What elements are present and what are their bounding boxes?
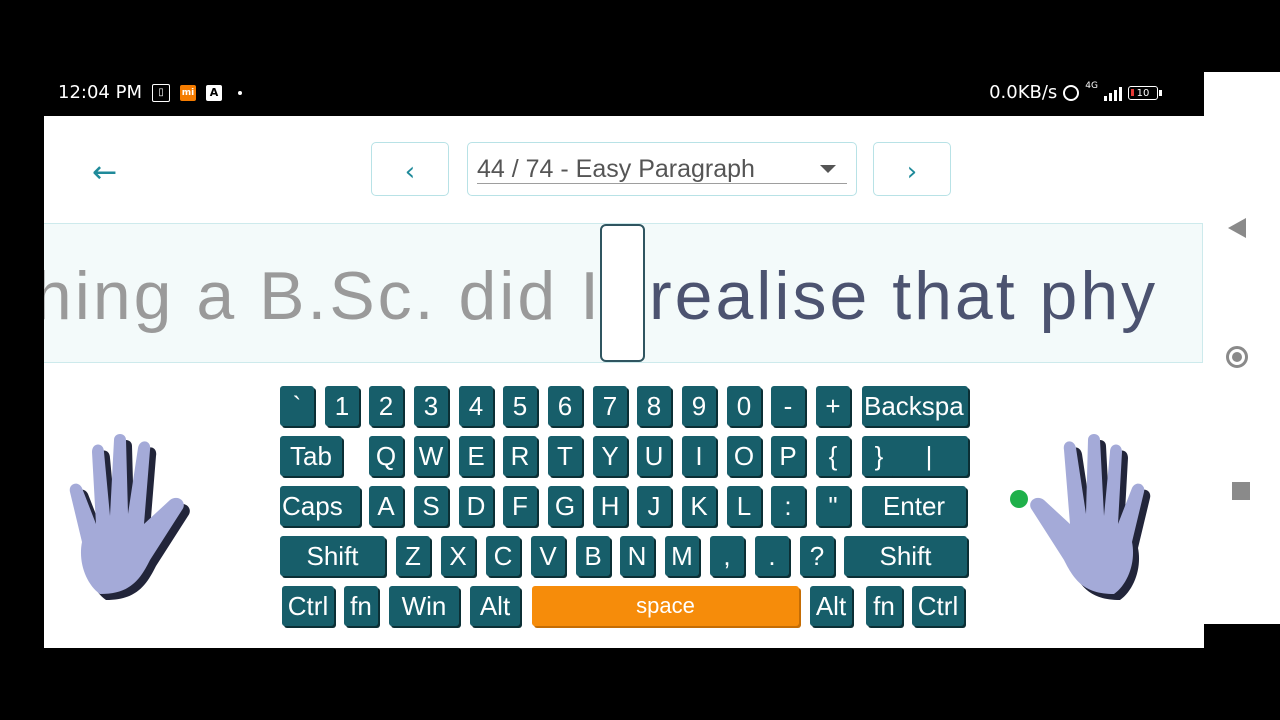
key-h[interactable]: H bbox=[593, 486, 627, 526]
key-question[interactable]: ? bbox=[800, 536, 834, 576]
key-backtick[interactable]: ` bbox=[280, 386, 314, 426]
key-colon[interactable]: : bbox=[771, 486, 805, 526]
key-fn[interactable]: fn bbox=[866, 586, 902, 626]
key-l[interactable]: L bbox=[727, 486, 761, 526]
upcoming-text: realise that phy bbox=[649, 258, 1159, 334]
key-t[interactable]: T bbox=[548, 436, 582, 476]
left-hand-icon bbox=[69, 434, 190, 600]
key-7[interactable]: 7 bbox=[593, 386, 627, 426]
key-4[interactable]: 4 bbox=[459, 386, 493, 426]
finger-indicator-dot bbox=[1010, 490, 1028, 508]
key-alt[interactable]: Alt bbox=[810, 586, 852, 626]
sim-notification-icon: ▯ bbox=[151, 83, 170, 102]
key-shift[interactable]: Shift bbox=[280, 536, 385, 576]
key-c[interactable]: C bbox=[486, 536, 520, 576]
signal-icon bbox=[1104, 85, 1122, 101]
key-shift[interactable]: Shift bbox=[844, 536, 967, 576]
lesson-select-underline bbox=[477, 183, 847, 184]
system-recents-icon[interactable] bbox=[1232, 482, 1250, 500]
battery-icon: 10 bbox=[1128, 85, 1162, 100]
key-b[interactable]: B bbox=[576, 536, 610, 576]
key-k[interactable]: K bbox=[682, 486, 716, 526]
key-ctrl[interactable]: Ctrl bbox=[912, 586, 964, 626]
system-back-icon[interactable] bbox=[1228, 218, 1246, 238]
mi-notification-icon: mi bbox=[179, 84, 196, 101]
key-v[interactable]: V bbox=[531, 536, 565, 576]
app-notification-icon: A bbox=[205, 84, 222, 101]
key-pipe[interactable]: | bbox=[890, 436, 968, 476]
key-m[interactable]: M bbox=[665, 536, 699, 576]
key-6[interactable]: 6 bbox=[548, 386, 582, 426]
net-speed: 0.0KB/s bbox=[989, 82, 1058, 103]
key-left-brace[interactable]: { bbox=[816, 436, 850, 476]
key-u[interactable]: U bbox=[637, 436, 671, 476]
key-9[interactable]: 9 bbox=[682, 386, 716, 426]
key-fn[interactable]: fn bbox=[344, 586, 378, 626]
key-d[interactable]: D bbox=[459, 486, 493, 526]
key-alt[interactable]: Alt bbox=[470, 586, 520, 626]
key-plus[interactable]: + bbox=[816, 386, 850, 426]
key-n[interactable]: N bbox=[620, 536, 654, 576]
key-a[interactable]: A bbox=[369, 486, 403, 526]
right-hand-icon bbox=[1030, 434, 1151, 600]
key-r[interactable]: R bbox=[503, 436, 537, 476]
key-comma[interactable]: , bbox=[710, 536, 744, 576]
key-y[interactable]: Y bbox=[593, 436, 627, 476]
key-p[interactable]: P bbox=[771, 436, 805, 476]
key-w[interactable]: W bbox=[414, 436, 448, 476]
current-char-cursor bbox=[600, 224, 645, 362]
status-right: 0.0KB/s 4G 10 bbox=[989, 82, 1162, 103]
previous-lesson-button[interactable]: ‹ bbox=[371, 142, 449, 196]
typing-tutor-app: ← ‹ 44 / 74 - Easy Paragraph › hing a B.… bbox=[44, 116, 1204, 648]
key-tab[interactable]: Tab bbox=[280, 436, 342, 476]
key-5[interactable]: 5 bbox=[503, 386, 537, 426]
practice-text-panel: hing a B.Sc. did I realise that phy bbox=[44, 223, 1203, 363]
typed-text: hing a B.Sc. did I bbox=[44, 258, 602, 334]
system-nav-bar bbox=[1204, 72, 1280, 624]
key-quote[interactable]: " bbox=[816, 486, 850, 526]
dropdown-caret-icon bbox=[820, 165, 836, 173]
key-ctrl[interactable]: Ctrl bbox=[282, 586, 334, 626]
status-left: 12:04 PM ▯ mi A bbox=[58, 82, 242, 103]
key-space[interactable]: space bbox=[532, 586, 799, 626]
key-f[interactable]: F bbox=[503, 486, 537, 526]
status-time: 12:04 PM bbox=[58, 82, 142, 103]
key-i[interactable]: I bbox=[682, 436, 716, 476]
key-2[interactable]: 2 bbox=[369, 386, 403, 426]
key-period[interactable]: . bbox=[755, 536, 789, 576]
key-x[interactable]: X bbox=[441, 536, 475, 576]
key-g[interactable]: G bbox=[548, 486, 582, 526]
key-1[interactable]: 1 bbox=[325, 386, 359, 426]
key-q[interactable]: Q bbox=[369, 436, 403, 476]
status-bar: 12:04 PM ▯ mi A 0.0KB/s 4G 10 bbox=[44, 72, 1204, 116]
battery-level: 10 bbox=[1128, 85, 1158, 100]
key-8[interactable]: 8 bbox=[637, 386, 671, 426]
key-0[interactable]: 0 bbox=[727, 386, 761, 426]
network-type: 4G bbox=[1085, 81, 1098, 91]
key-o[interactable]: O bbox=[727, 436, 761, 476]
key-e[interactable]: E bbox=[459, 436, 493, 476]
key-z[interactable]: Z bbox=[396, 536, 430, 576]
more-notifications-dot-icon bbox=[237, 90, 242, 95]
key-3[interactable]: 3 bbox=[414, 386, 448, 426]
alarm-icon bbox=[1063, 84, 1080, 101]
lesson-select-value: 44 / 74 - Easy Paragraph bbox=[477, 155, 755, 183]
lesson-select[interactable]: 44 / 74 - Easy Paragraph bbox=[467, 142, 857, 196]
key-j[interactable]: J bbox=[637, 486, 671, 526]
key-enter[interactable]: Enter bbox=[862, 486, 966, 526]
back-arrow-icon[interactable]: ← bbox=[92, 158, 117, 188]
next-lesson-button[interactable]: › bbox=[873, 142, 951, 196]
key-win[interactable]: Win bbox=[389, 586, 459, 626]
key-backspa[interactable]: Backspa bbox=[862, 386, 968, 426]
key-minus[interactable]: - bbox=[771, 386, 805, 426]
system-home-icon[interactable] bbox=[1226, 346, 1248, 368]
key-s[interactable]: S bbox=[414, 486, 448, 526]
key-caps[interactable]: Caps bbox=[280, 486, 360, 526]
